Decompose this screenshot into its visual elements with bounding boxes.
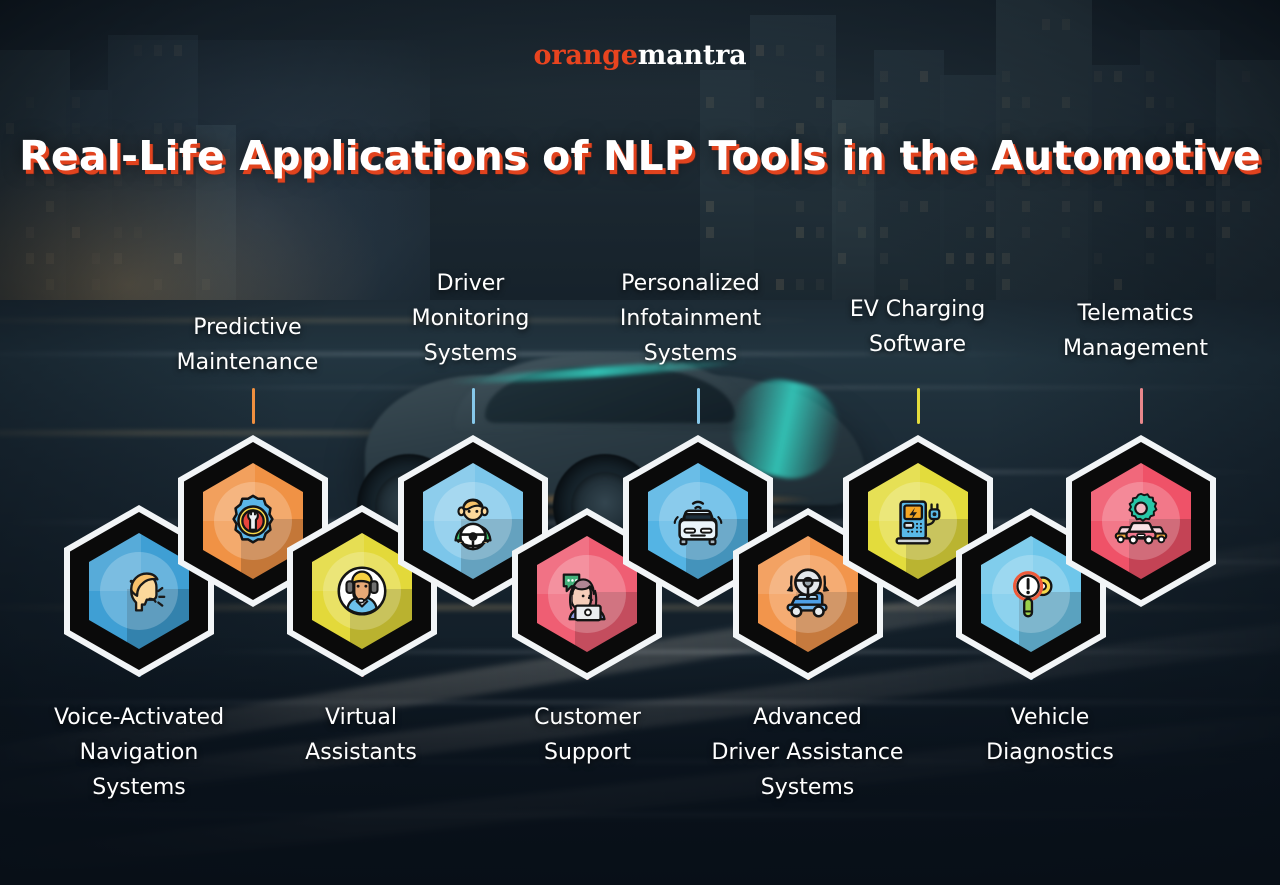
headset-agent-icon [331,560,393,622]
infographic-canvas: orangemantra Real-Life Applications of N… [0,0,1280,885]
page-title: Real-Life Applications of NLP Tools in t… [0,132,1280,180]
node-label-telematics-management: Telematics Management [1028,296,1243,366]
gear-wrench-icon [222,490,284,552]
brand-logo-mantra: mantra [638,40,747,71]
magnifier-alert-gear-icon [1000,563,1062,625]
speaking-head-icon [108,560,170,622]
node-label-customer-support: Customer Support [485,700,690,770]
node-label-ev-charging-software: EV Charging Software [815,292,1020,362]
driver-steering-icon [442,490,504,552]
node-label-virtual-assistants: Virtual Assistants [256,700,466,770]
connector-line-telematics-management [1140,388,1143,424]
connector-line-personalized-infotainment-systems [697,388,700,424]
connected-car-icon [667,490,729,552]
support-chat-icon [556,563,618,625]
node-label-advanced-driver-assistance-systems: Advanced Driver Assistance Systems [700,700,915,805]
node-label-voice-activated-navigation-systems: Voice-Activated Navigation Systems [24,700,254,805]
connector-line-ev-charging-software [917,388,920,424]
brand-logo: orangemantra [0,40,1280,71]
steering-wheel-car-icon [777,563,839,625]
connector-line-driver-monitoring-systems [472,388,475,424]
hex-node-telematics-management[interactable] [1066,435,1216,607]
fleet-gear-icon [1110,490,1172,552]
node-label-personalized-infotainment-systems: Personalized Infotainment Systems [588,266,793,371]
connector-line-predictive-maintenance [252,388,255,424]
node-label-predictive-maintenance: Predictive Maintenance [140,310,355,380]
ev-charger-icon [887,490,949,552]
node-label-driver-monitoring-systems: Driver Monitoring Systems [368,266,573,371]
brand-logo-orange: orange [534,40,638,71]
node-label-vehicle-diagnostics: Vehicle Diagnostics [945,700,1155,770]
